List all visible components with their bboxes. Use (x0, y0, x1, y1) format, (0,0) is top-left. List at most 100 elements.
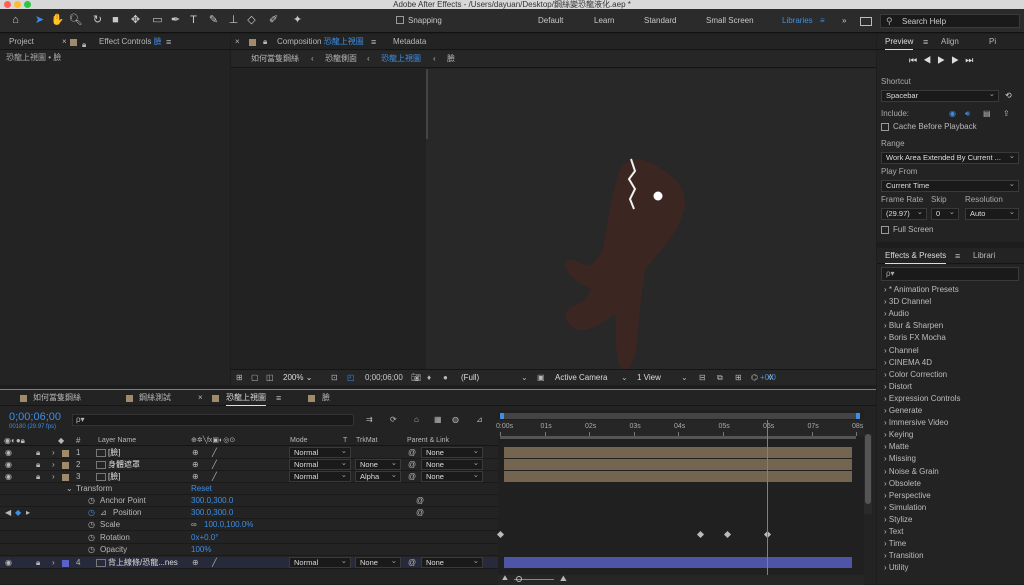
effect-category-item[interactable]: › Missing (884, 453, 916, 465)
snapping-checkbox[interactable] (396, 16, 404, 24)
resolution-guides-icon[interactable]: ⊡ (331, 372, 338, 384)
tab-paint[interactable]: Pi (989, 34, 996, 50)
breadcrumb-comp-2[interactable]: 恐龍側面 (325, 53, 357, 65)
shy-layers-icon[interactable]: ⌂ (414, 414, 419, 426)
blend-mode-dropdown[interactable]: Normal (289, 471, 351, 482)
include-overlays-icon[interactable]: ▤ (983, 108, 991, 120)
timeline-tab-4[interactable]: 臉 (322, 390, 330, 406)
effect-category-item[interactable]: › Channel (884, 345, 919, 357)
shy-switch-icon[interactable]: ⊕ (192, 447, 199, 459)
minimize-window-button[interactable] (14, 1, 21, 8)
shy-switch-icon[interactable]: ⊕ (192, 471, 199, 483)
effect-category-item[interactable]: › Immersive Video (884, 417, 948, 429)
stopwatch-icon[interactable]: ◷ (88, 507, 95, 519)
first-frame-button[interactable]: ⏮ (909, 55, 923, 65)
close-window-button[interactable] (4, 1, 11, 8)
layer-name[interactable]: [臉] (108, 471, 188, 483)
effect-category-item[interactable]: › Text (884, 526, 903, 538)
render-toggle-icon[interactable]: ⧉ (717, 372, 723, 384)
panel-menu-icon[interactable]: ≡ (371, 34, 376, 50)
effect-category-item[interactable]: › Utility (884, 562, 908, 574)
effect-category-item[interactable]: › Matte (884, 441, 909, 453)
layer-name[interactable]: 身體遮罩 (108, 459, 188, 471)
tab-effect-controls[interactable]: Effect Controls 臉 (99, 34, 162, 50)
lock-icon[interactable]: 🔒︎ (36, 557, 40, 569)
lock-icon[interactable]: 🔒︎ (36, 471, 40, 483)
navigator-end-handle[interactable] (856, 413, 860, 419)
property-value[interactable]: 100.0,100.0% (204, 519, 253, 531)
parent-dropdown[interactable]: None (421, 459, 483, 470)
effect-category-item[interactable]: › Time (884, 538, 906, 550)
resolution-select[interactable]: (Full) (461, 372, 479, 384)
zoom-in-icon[interactable]: ⛰ (560, 573, 567, 585)
workspace-default[interactable]: Default (538, 16, 563, 25)
export-icon[interactable]: ⇪ (1003, 108, 1010, 120)
pan-behind-tool-icon[interactable]: ✥ (128, 13, 143, 28)
timeline-search-input[interactable]: ρ▾ (72, 414, 354, 426)
next-frame-button[interactable]: ▶ (951, 55, 965, 65)
tab-effects-presets[interactable]: Effects & Presets (885, 248, 947, 264)
play-from-dropdown[interactable]: Current Time (881, 180, 1019, 192)
selection-tool-icon[interactable]: ➤ (32, 13, 47, 28)
comp-timecode[interactable]: 0;00;06;00 (365, 372, 403, 384)
expression-pick-whip-icon[interactable]: @ (416, 495, 424, 507)
graph-icon[interactable]: ⊿ (100, 507, 107, 519)
pick-whip-icon[interactable]: @ (408, 471, 416, 483)
stopwatch-icon[interactable]: ◷ (88, 495, 95, 507)
quality-switch-icon[interactable]: ╱ (212, 447, 217, 459)
property-value[interactable]: 300.0,300.0 (191, 507, 233, 519)
zoom-out-icon[interactable]: ⛰ (502, 573, 508, 585)
layer-label-color[interactable] (62, 450, 69, 457)
timeline-tab-2[interactable]: 鋼絲測試 (139, 390, 171, 406)
effect-category-item[interactable]: › Obsolete (884, 478, 921, 490)
composition-viewer[interactable] (231, 69, 876, 369)
lock-icon[interactable]: 🔒︎ (36, 447, 40, 459)
layer-label-color[interactable] (62, 462, 69, 469)
parent-dropdown[interactable]: None (421, 471, 483, 482)
breadcrumb-comp-4[interactable]: 臉 (447, 53, 455, 65)
tab-libraries[interactable]: Librari (973, 248, 995, 264)
quality-switch-icon[interactable]: ╱ (212, 459, 217, 471)
color-channels-icon[interactable]: ● (443, 372, 448, 384)
effect-category-item[interactable]: › Blur & Sharpen (884, 320, 943, 332)
zoom-select[interactable]: 200% ⌄ (283, 372, 312, 384)
tab-preview[interactable]: Preview (885, 34, 914, 50)
time-ruler[interactable]: 0:00s 01s 02s 03s 04s 05s 06s 07s 08s (496, 420, 864, 436)
include-video-icon[interactable]: ◉ (949, 108, 956, 120)
flowchart-icon[interactable]: ⌬ (751, 372, 758, 384)
track-matte-dropdown[interactable]: Alpha (355, 471, 401, 482)
rotate-tool-icon[interactable]: ↻ (90, 13, 105, 28)
play-button[interactable]: ▶ (937, 55, 951, 65)
more-workspaces-chevron[interactable]: » (842, 16, 846, 25)
visibility-eye-icon[interactable]: ◉ (5, 471, 12, 483)
include-audio-icon[interactable]: 🔊︎ (965, 108, 970, 120)
range-dropdown[interactable]: Work Area Extended By Current ... (881, 152, 1019, 164)
navigator-start-handle[interactable] (500, 413, 504, 419)
reset-icon[interactable]: ⟲ (1005, 90, 1012, 102)
workspace-standard[interactable]: Standard (644, 16, 676, 25)
layer-name[interactable]: 背上線條/恐龍...nes (108, 557, 188, 569)
blend-mode-dropdown[interactable]: Normal (289, 459, 351, 470)
work-area-bar[interactable] (500, 436, 856, 439)
snapshot-icon[interactable]: 📷︎ (411, 372, 421, 384)
property-value[interactable]: 300.0,300.0 (191, 495, 233, 507)
frame-blending-icon[interactable]: ▦ (434, 414, 442, 426)
tab-align[interactable]: Align (941, 34, 959, 50)
toggle-pixel-aspect-icon[interactable]: ⊟ (699, 372, 706, 384)
tab-project[interactable]: Project (9, 34, 34, 50)
timeline-link-icon[interactable]: ⊞ (735, 372, 742, 384)
panel-menu-icon[interactable]: ≡ (955, 248, 960, 264)
mask-visibility-icon[interactable]: ▢ (251, 372, 259, 384)
layer-duration-bar[interactable] (504, 459, 852, 470)
expand-chevron-icon[interactable]: ⌄ (66, 483, 73, 495)
layer-row[interactable]: ◉ 🔒︎ › 3 [臉] ⊕ ╱ Normal Alpha @ None (0, 471, 498, 483)
expand-chevron-icon[interactable]: › (52, 557, 55, 569)
draft-3d-icon[interactable]: ⟳ (390, 414, 397, 426)
close-tab-icon[interactable]: × (198, 390, 203, 406)
type-tool-icon[interactable]: T (186, 13, 201, 28)
stopwatch-icon[interactable]: ◷ (88, 519, 95, 531)
timeline-graph-area[interactable]: 0:00s 01s 02s 03s 04s 05s 06s 07s 08s (496, 410, 864, 585)
puppet-tool-icon[interactable]: ✦ (290, 13, 305, 28)
playhead[interactable] (767, 420, 768, 585)
stopwatch-icon[interactable]: ◷ (88, 544, 95, 556)
